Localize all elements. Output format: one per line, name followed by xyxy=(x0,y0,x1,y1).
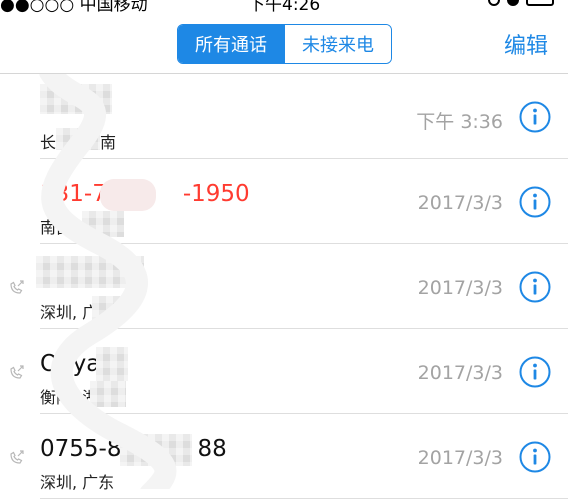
call-row[interactable]: 131-7 -1950 南昌, 江 2017/3/3 xyxy=(0,159,568,244)
nav-bar: 所有通话 未接来电 编辑 xyxy=(0,10,568,74)
call-time: 2017/3/3 xyxy=(417,192,503,214)
call-list: 长南 下午 3:36 131-7 -1950 南昌, 江 2017/3/3 深圳… xyxy=(0,74,568,499)
call-row[interactable]: 0755-8 88 深圳, 广东 2017/3/3 xyxy=(0,414,568,499)
call-location: 深圳, 广 xyxy=(40,303,99,322)
status-bar: ●●○○○ 中国移动 下午4:26 xyxy=(0,0,568,15)
redacted-name xyxy=(40,84,112,114)
call-time: 2017/3/3 xyxy=(417,362,503,384)
outgoing-call-icon xyxy=(10,280,24,294)
info-circle-icon[interactable] xyxy=(519,356,551,388)
call-row[interactable]: 长南 下午 3:36 xyxy=(0,74,568,159)
call-name: Ouya xyxy=(40,351,101,377)
call-location: 深圳, 广东 xyxy=(40,473,115,492)
info-circle-icon[interactable] xyxy=(519,271,551,303)
redacted-location xyxy=(90,381,126,407)
redacted-location xyxy=(82,211,124,237)
info-circle-icon[interactable] xyxy=(519,186,551,218)
status-icons xyxy=(488,0,554,6)
call-time: 2017/3/3 xyxy=(417,447,503,469)
redacted-location xyxy=(56,128,100,150)
segment-missed-calls[interactable]: 未接来电 xyxy=(284,25,391,63)
segment-all-calls[interactable]: 所有通话 xyxy=(178,25,284,63)
info-circle-icon[interactable] xyxy=(519,101,551,133)
edit-button[interactable]: 编辑 xyxy=(504,28,548,60)
redacted-number xyxy=(100,179,156,211)
orientation-lock-icon xyxy=(488,0,500,6)
redacted-number xyxy=(120,434,192,466)
call-row[interactable]: 深圳, 广 2017/3/3 xyxy=(0,244,568,329)
moon-icon xyxy=(507,0,519,6)
outgoing-call-icon xyxy=(10,365,24,379)
call-time: 下午 3:36 xyxy=(416,111,503,133)
call-filter-segmented-control[interactable]: 所有通话 未接来电 xyxy=(177,24,392,64)
battery-icon xyxy=(526,0,554,6)
call-row[interactable]: Ouya 衡阳, 湖 2017/3/3 xyxy=(0,329,568,414)
redacted-name xyxy=(96,347,128,381)
info-circle-icon[interactable] xyxy=(519,441,551,473)
outgoing-call-icon xyxy=(10,450,24,464)
redacted-location xyxy=(92,296,122,322)
call-time: 2017/3/3 xyxy=(417,277,503,299)
redacted-name xyxy=(36,256,144,288)
